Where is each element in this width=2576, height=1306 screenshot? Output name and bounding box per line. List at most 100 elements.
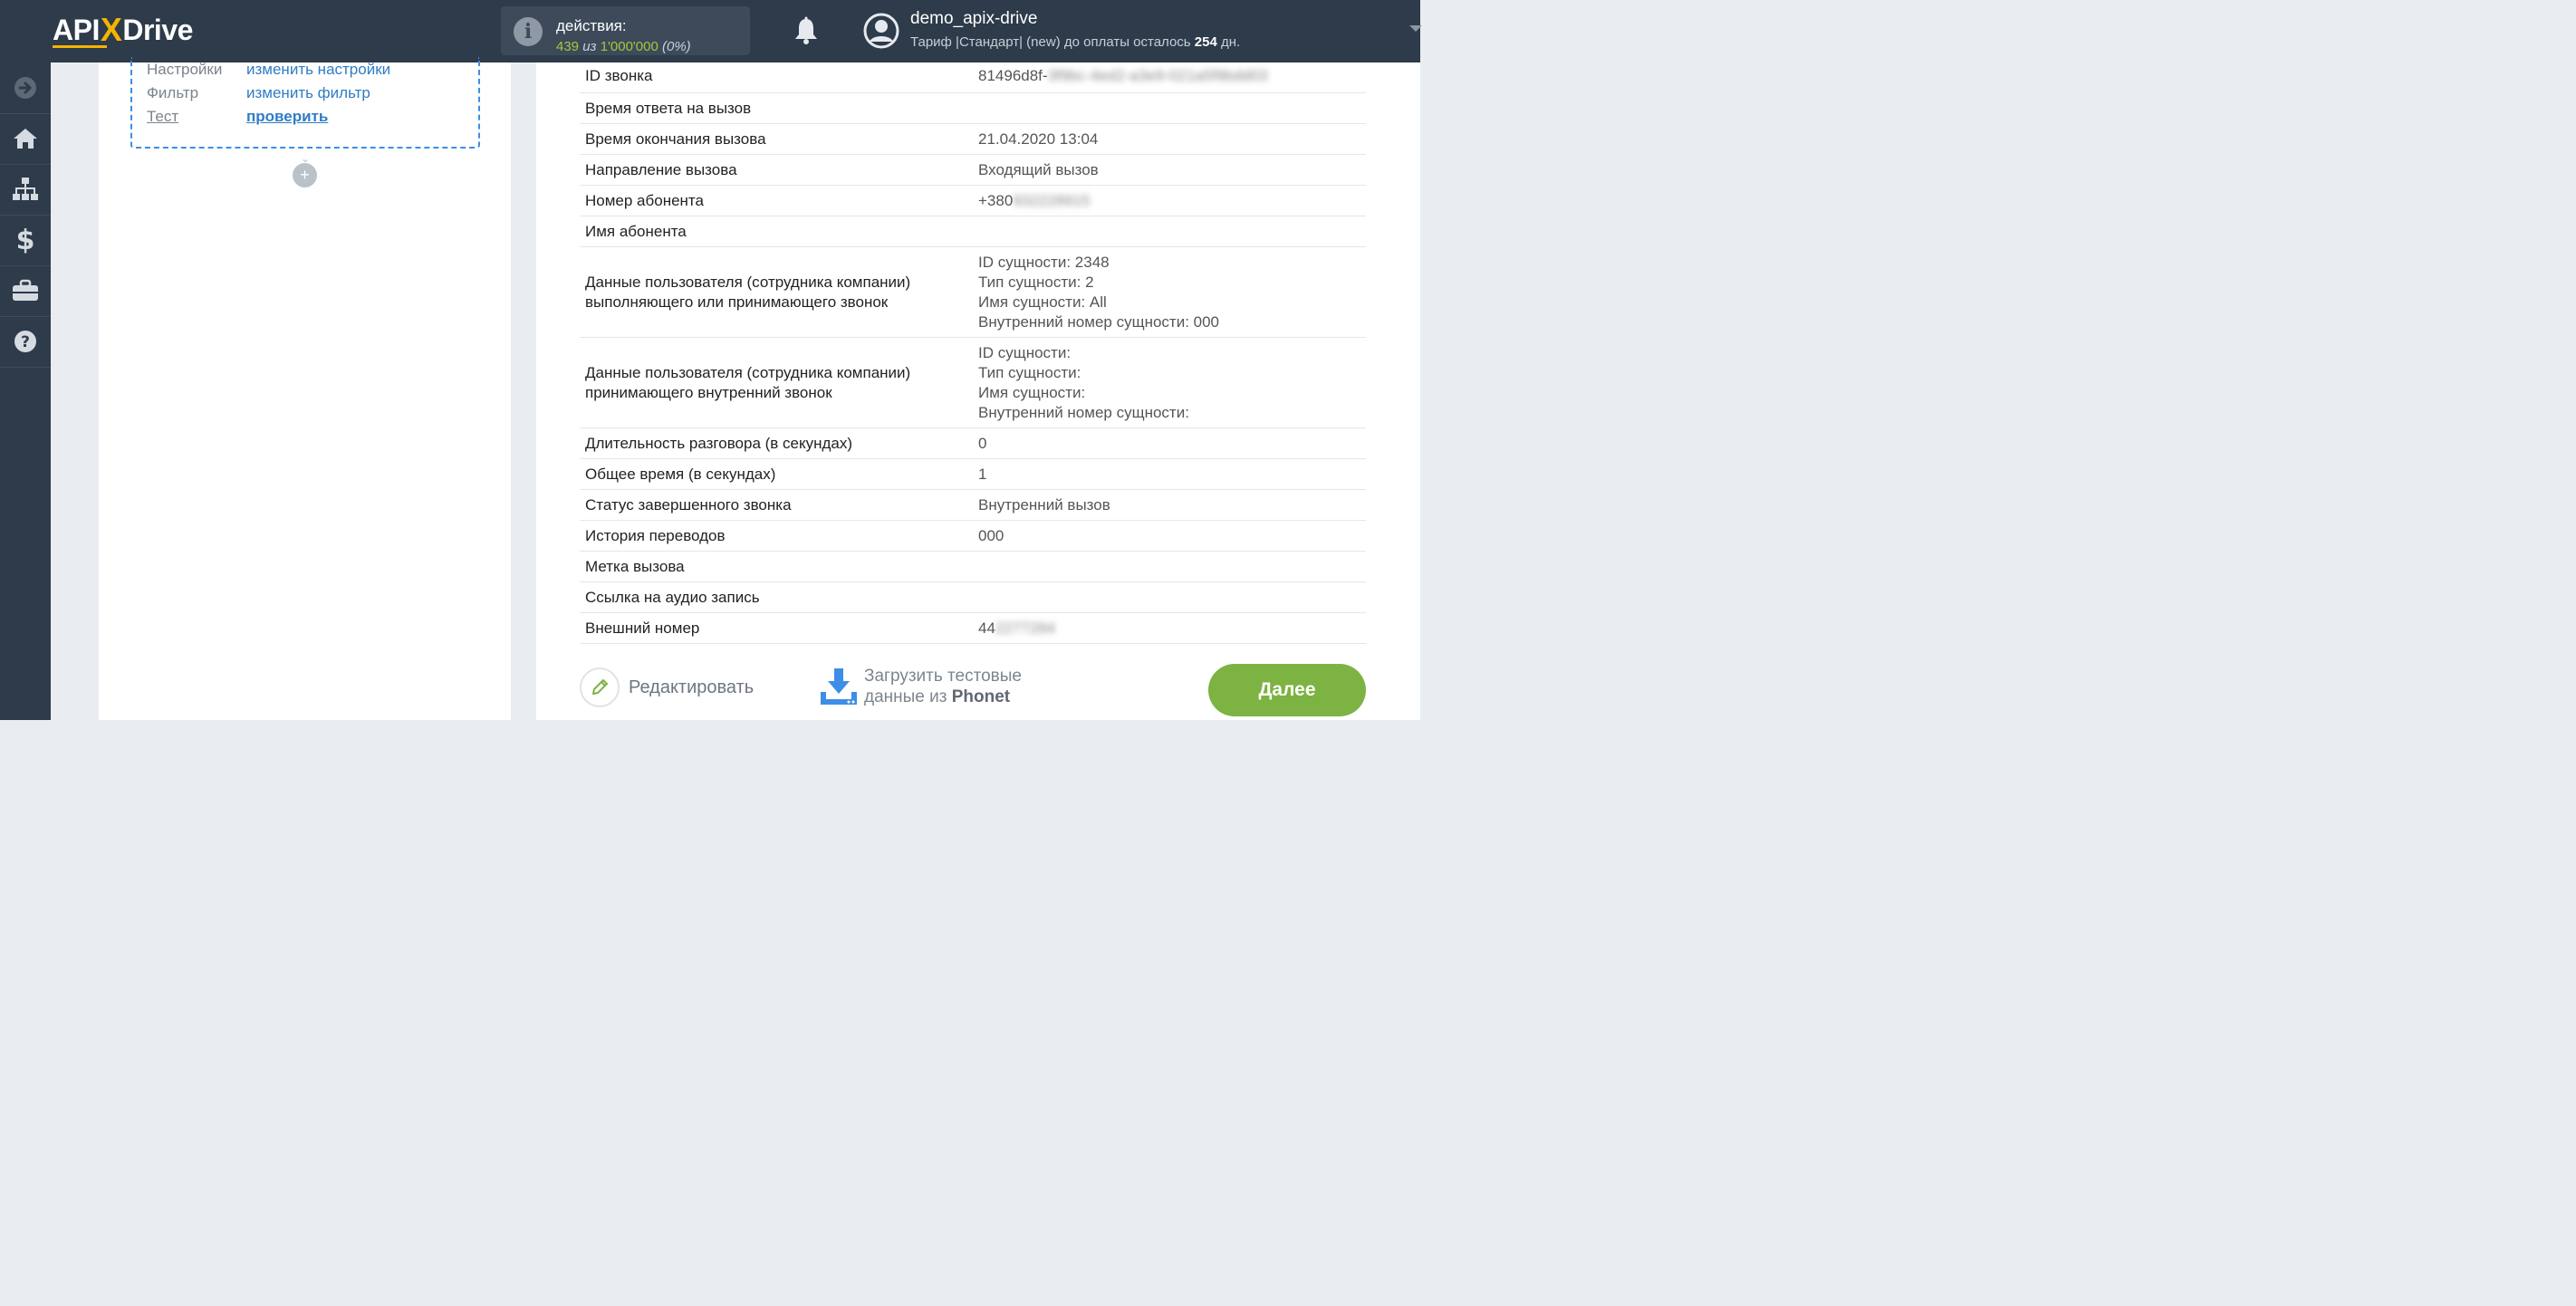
actions-label: действия: [556,17,627,34]
row-value-line: ID сущности: 2348 [978,254,1110,271]
row-value: 1 [978,466,987,483]
check-link[interactable]: проверить [246,108,328,126]
table-row: Номер абонента +380932228915 [580,186,1366,216]
sitemap-icon [13,178,38,200]
edit-label: Редактировать [629,677,755,697]
help-icon: ? [14,331,36,352]
arrow-right-icon [14,77,36,99]
table-row: Общее время (в секундах) 1 [580,459,1366,490]
load-label-line2: данные из Phonet [864,687,1022,707]
load-test-data-button[interactable]: Загрузить тестовые данные из Phonet [819,666,1022,707]
tariff-days: 254 [1194,34,1217,50]
next-button[interactable]: Далее [1208,664,1366,716]
row-value: ID сущности: Тип сущности: Имя сущности:… [978,343,1189,423]
row-value-line: Имя сущности: All [978,293,1107,311]
tariff-info: Тариф |Стандарт| (new) до оплаты осталос… [910,34,1240,50]
table-row: История переводов 000 [580,521,1366,552]
table-row: ID звонка 81496d8f-3f9bc-4ed2-a3e9-021a5… [580,62,1366,93]
logo-drive-text: Drive [122,13,193,46]
config-test-label[interactable]: Тест [147,108,178,126]
sidebar-item-collapse[interactable] [0,62,51,114]
row-key: Данные пользователя (сотрудника компании… [585,363,910,403]
table-row: Внешний номер 442277284 [580,613,1366,644]
row-value-line: Внутренний номер сущности: 000 [978,313,1219,331]
row-value: 0 [978,435,987,452]
config-block: Настройки изменить настройки Фильтр изме… [130,57,480,149]
change-settings-link[interactable]: изменить настройки [246,61,390,79]
row-key: Имя абонента [585,223,687,240]
actions-used: 439 [556,39,580,54]
table-row: Направление вызова Входящий вызов [580,155,1366,186]
edit-button[interactable]: Редактировать [580,666,754,709]
row-value: +380932228915 [978,191,1090,211]
table-row: Ссылка на аудио запись [580,582,1366,613]
row-key: Время ответа на вызов [585,100,752,117]
row-value-blurred: 2277284 [995,619,1056,637]
top-bar: API X Drive i действия: 439 из 1'000'000 (… [0,0,1422,62]
row-key-line: выполняющего или принимающего звонок [585,293,889,311]
change-filter-link[interactable]: изменить фильтр [246,84,370,102]
add-step-button[interactable]: + [293,163,317,187]
row-key: Внешний номер [585,619,700,637]
connection-config-panel: Настройки изменить настройки Фильтр изме… [99,57,511,720]
row-value-line: Тип сущности: [978,364,1081,381]
row-key: ID звонка [585,67,653,84]
row-value: 21.04.2020 13:04 [978,130,1099,148]
logo-api-text: API [53,13,100,46]
user-menu-caret-icon[interactable] [1409,25,1422,32]
row-key: Общее время (в секундах) [585,466,776,483]
table-row: Время окончания вызова 21.04.2020 13:04 [580,124,1366,155]
sidebar-item-home[interactable] [0,113,51,165]
table-row: Имя абонента [580,216,1366,247]
config-filter-label: Фильтр [147,84,199,101]
row-value-visible: 44 [978,619,995,637]
logo-x-text: X [100,11,122,48]
row-key: Время окончания вызова [585,130,766,148]
row-key: Статус завершенного звонка [585,496,792,514]
load-label-prefix: данные из [864,687,947,706]
table-row: Статус завершенного звонка Внутренний вы… [580,490,1366,521]
row-key: История переводов [585,527,726,544]
bell-icon[interactable] [793,16,820,45]
row-value: 000 [978,527,1004,544]
dollar-icon: $ [15,224,35,256]
sidebar-item-billing[interactable]: $ [0,215,51,266]
logo-underline [53,45,107,48]
table-row: Данные пользователя (сотрудника компании… [580,247,1366,338]
row-value-line: ID сущности: [978,344,1072,361]
actions-count: 439 из 1'000'000 (0%) [556,39,691,54]
row-value-blurred: 932228915 [1013,192,1091,209]
row-value-visible: 81496d8f- [978,67,1048,84]
row-key-line: Данные пользователя (сотрудника компании… [585,364,911,381]
load-test-data-label: Загрузить тестовые данные из Phonet [864,666,1022,707]
table-row: Метка вызова [580,552,1366,582]
row-value: ID сущности: 2348 Тип сущности: 2 Имя су… [978,253,1219,332]
row-value: Внутренний вызов [978,496,1110,514]
row-key: Номер абонента [585,192,704,209]
row-key-line: принимающего внутренний звонок [585,384,832,401]
sidebar-item-services[interactable] [0,265,51,317]
actions-of: из [582,39,597,54]
load-label-service: Phonet [951,687,1011,706]
row-key: Данные пользователя (сотрудника компании… [585,273,910,312]
apixdrive-logo[interactable]: API X Drive [53,11,193,48]
row-key-line: Данные пользователя (сотрудника компании… [585,274,911,291]
row-value-line: Имя сущности: [978,384,1086,401]
tariff-days-suffix: дн. [1220,34,1241,50]
sidebar-item-help[interactable]: ? [0,316,51,368]
sidebar-item-connections[interactable] [0,164,51,216]
svg-text:?: ? [21,333,30,351]
row-value-blurred: 3f9bc-4ed2-a3e9-021a5f9bdd03 [1047,67,1268,84]
user-avatar-icon[interactable] [863,13,899,49]
tariff-text: Тариф |Стандарт| (new) до оплаты осталос… [910,34,1191,50]
info-icon: i [514,17,543,46]
test-data-table: ID звонка 81496d8f-3f9bc-4ed2-a3e9-021a5… [580,62,1366,644]
row-value: Входящий вызов [978,161,1099,178]
table-row: Время ответа на вызов [580,93,1366,124]
user-name[interactable]: demo_apix-drive [910,9,1037,29]
row-key: Направление вызова [585,161,737,178]
row-value-line: Тип сущности: 2 [978,274,1094,291]
actions-counter: i действия: 439 из 1'000'000 (0%) [501,6,750,55]
actions-percent: (0%) [662,39,691,54]
row-value: 81496d8f-3f9bc-4ed2-a3e9-021a5f9bdd03 [978,66,1268,86]
